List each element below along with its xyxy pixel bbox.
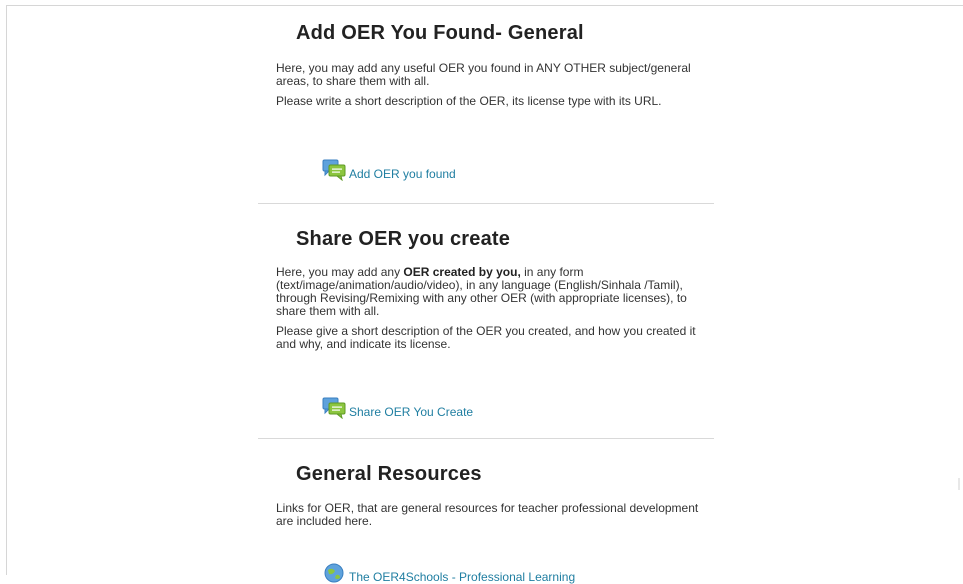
- forum-icon: [322, 159, 346, 181]
- activity-link-label[interactable]: The OER4Schools - Professional Learning: [349, 570, 575, 584]
- url-icon: [324, 563, 344, 583]
- section-divider: [258, 438, 714, 439]
- section-summary: Please give a short description of the O…: [276, 324, 696, 351]
- section-general-resources: General Resources Links for OER, that ar…: [258, 463, 714, 528]
- section-title: Add OER You Found- General: [296, 22, 584, 44]
- section-summary: Please write a short description of the …: [276, 94, 662, 108]
- activity-link-label[interactable]: Share OER You Create: [349, 405, 473, 419]
- section-share-oer-create: Share OER you create Here, you may add a…: [258, 228, 714, 351]
- activity-link-label[interactable]: Add OER you found: [349, 167, 456, 181]
- activity-share-oer-create[interactable]: Share OER You Create: [322, 397, 473, 419]
- section-divider: [258, 203, 714, 204]
- section-add-oer-found: Add OER You Found- General Here, you may…: [258, 22, 714, 108]
- activity-add-oer-found[interactable]: Add OER you found: [322, 159, 456, 181]
- activity-oer4schools-link[interactable]: The OER4Schools - Professional Learning: [322, 562, 575, 584]
- section-summary: Links for OER, that are general resource…: [276, 501, 699, 528]
- section-title: General Resources: [296, 463, 482, 485]
- section-summary: Here, you may add any useful OER you fou…: [276, 61, 691, 88]
- section-title: Share OER you create: [296, 228, 511, 250]
- section-summary: Here, you may add any OER created by you…: [276, 265, 687, 318]
- forum-icon: [322, 397, 346, 419]
- scroll-edge: [958, 478, 960, 490]
